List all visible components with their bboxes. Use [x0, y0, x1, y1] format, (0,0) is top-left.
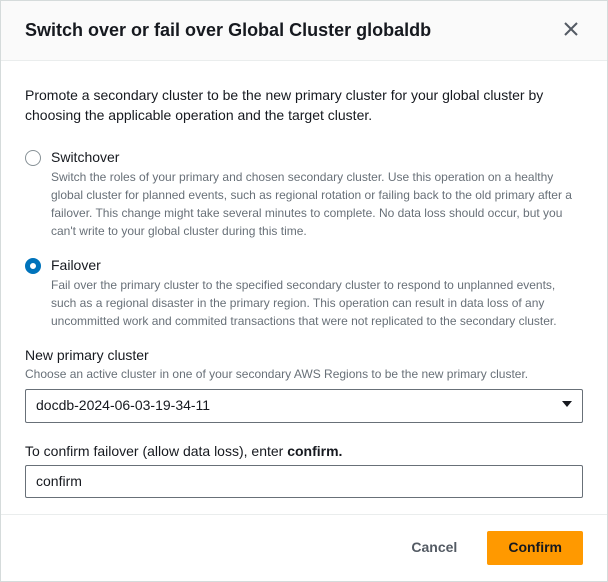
radio-desc-failover: Fail over the primary cluster to the spe… [51, 276, 583, 330]
new-primary-field: New primary cluster Choose an active clu… [25, 346, 583, 423]
intro-text: Promote a secondary cluster to be the ne… [25, 85, 583, 126]
confirm-field: To confirm failover (allow data loss), e… [25, 443, 583, 499]
confirm-input[interactable] [25, 465, 583, 499]
confirm-label-bold: confirm. [287, 443, 342, 459]
cancel-button[interactable]: Cancel [391, 531, 477, 565]
close-button[interactable] [559, 17, 583, 44]
radio-desc-switchover: Switch the roles of your primary and cho… [51, 168, 583, 240]
modal-header: Switch over or fail over Global Cluster … [1, 1, 607, 61]
radio-input-failover[interactable] [25, 258, 41, 274]
new-primary-label: New primary cluster [25, 346, 583, 364]
radio-title-switchover: Switchover [51, 148, 583, 166]
confirm-button[interactable]: Confirm [487, 531, 583, 565]
radio-text-switchover: Switchover Switch the roles of your prim… [51, 148, 583, 240]
new-primary-select-value: docdb-2024-06-03-19-34-11 [36, 396, 210, 416]
radio-input-switchover[interactable] [25, 150, 41, 166]
radio-option-switchover[interactable]: Switchover Switch the roles of your prim… [25, 148, 583, 240]
modal-body: Promote a secondary cluster to be the ne… [1, 61, 607, 514]
new-primary-select[interactable]: docdb-2024-06-03-19-34-11 [25, 389, 583, 423]
modal-title: Switch over or fail over Global Cluster … [25, 19, 431, 42]
operation-radio-group: Switchover Switch the roles of your prim… [25, 148, 583, 330]
confirm-label: To confirm failover (allow data loss), e… [25, 443, 583, 459]
new-primary-select-wrap: docdb-2024-06-03-19-34-11 [25, 389, 583, 423]
radio-option-failover[interactable]: Failover Fail over the primary cluster t… [25, 256, 583, 330]
confirm-label-pre: To confirm failover (allow data loss), e… [25, 443, 287, 459]
radio-title-failover: Failover [51, 256, 583, 274]
modal-footer: Cancel Confirm [1, 514, 607, 581]
close-icon [563, 21, 579, 40]
new-primary-hint: Choose an active cluster in one of your … [25, 366, 583, 383]
modal-dialog: Switch over or fail over Global Cluster … [0, 0, 608, 582]
radio-text-failover: Failover Fail over the primary cluster t… [51, 256, 583, 330]
